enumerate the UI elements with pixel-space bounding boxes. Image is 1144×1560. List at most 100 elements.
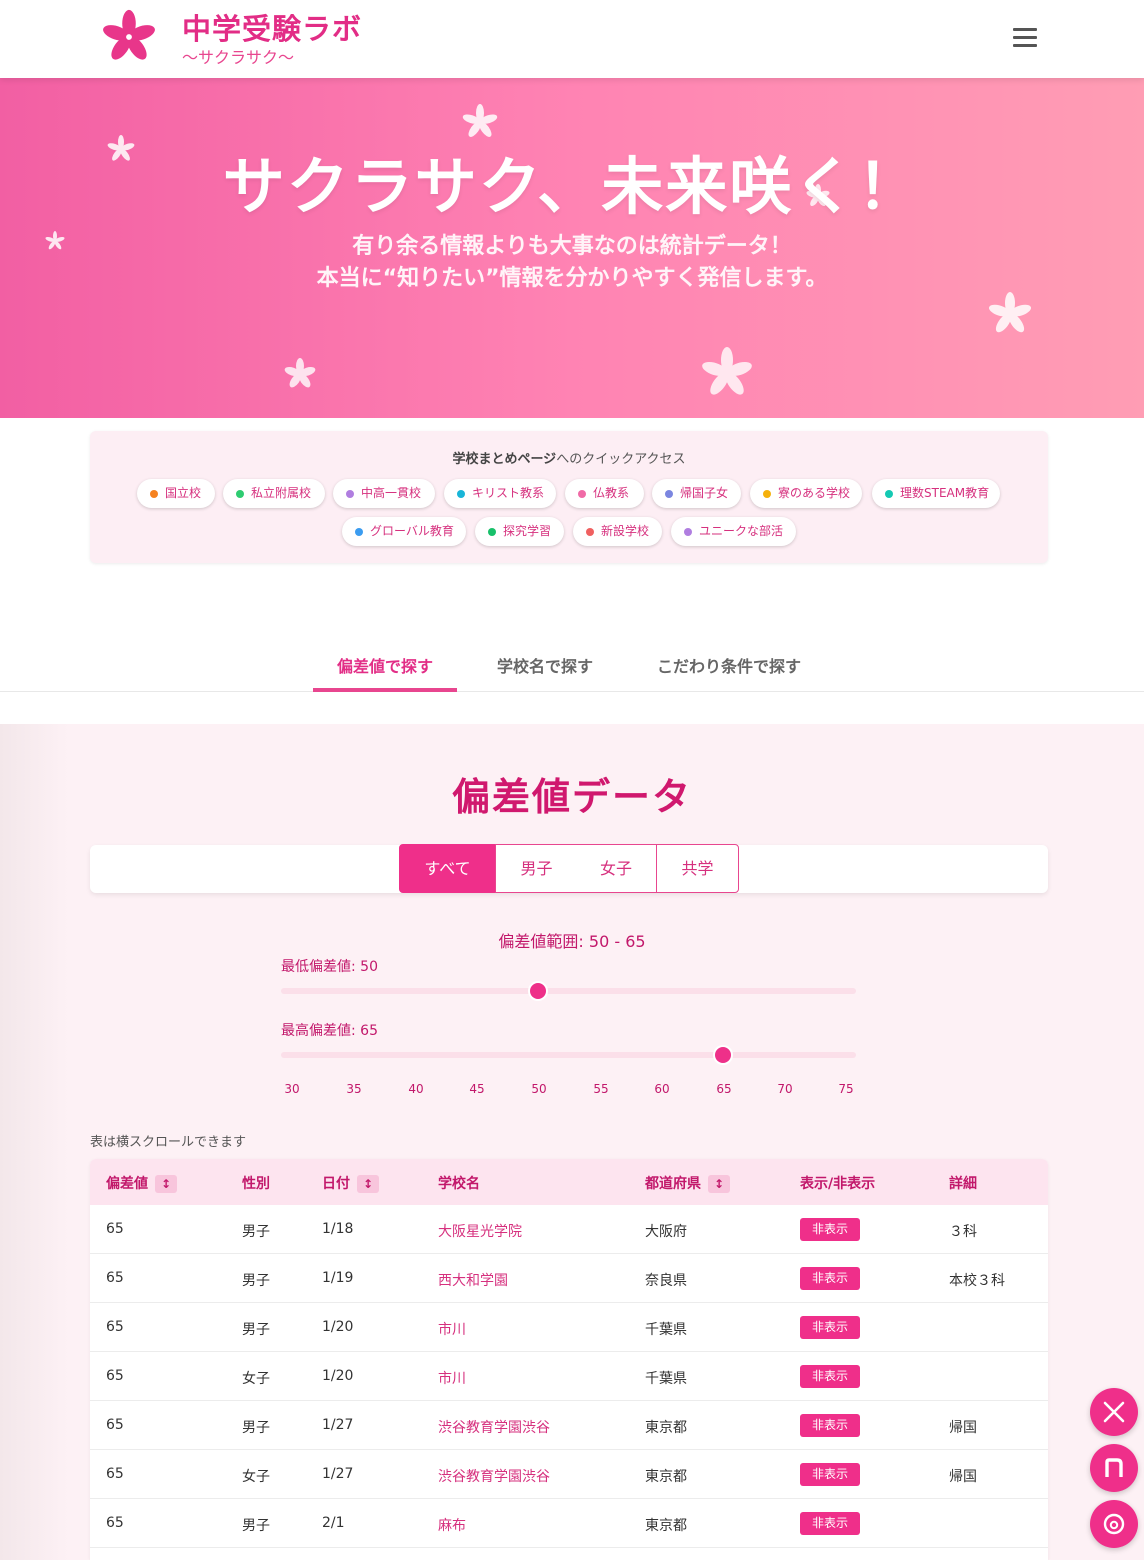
threads-icon xyxy=(1103,1513,1125,1535)
column-header-school: 学校名 xyxy=(438,1176,480,1192)
site-subtitle: 〜サクラサク〜 xyxy=(182,48,295,67)
cell-school-link[interactable]: 大阪星光学院 xyxy=(438,1221,522,1241)
hide-row-button[interactable]: 非表示 xyxy=(800,1267,860,1290)
table-row: 65 男子 2/1 麻布 東京都 非表示 xyxy=(90,1499,1048,1548)
tag-chuko-ikkan[interactable]: 中高一貫校 xyxy=(333,479,435,508)
cell-hensachi: 65 xyxy=(106,1270,124,1286)
min-hensachi-slider[interactable] xyxy=(281,988,856,994)
hide-row-button[interactable]: 非表示 xyxy=(800,1463,860,1486)
filter-all-button[interactable]: すべて xyxy=(399,844,496,893)
cell-prefecture: 千葉県 xyxy=(645,1371,687,1387)
tag-dot-icon xyxy=(488,528,496,536)
tag-dormitory[interactable]: 寮のある学校 xyxy=(750,479,862,508)
threads-share-button[interactable] xyxy=(1090,1500,1138,1548)
tag-dot-icon xyxy=(885,490,893,498)
range-summary: 偏差値範囲: 50 - 65 xyxy=(498,932,646,951)
cell-gender: 男子 xyxy=(242,1273,270,1289)
tag-dot-icon xyxy=(586,528,594,536)
scale-tick: 50 xyxy=(531,1082,547,1096)
filter-girls-button[interactable]: 女子 xyxy=(576,844,657,893)
cell-school-link[interactable]: 渋谷教育学園渋谷 xyxy=(438,1466,550,1486)
note-share-button[interactable] xyxy=(1090,1444,1138,1492)
sort-icon[interactable]: ↕ xyxy=(357,1175,379,1193)
cell-hensachi: 65 xyxy=(106,1221,124,1237)
sakura-decoration-icon xyxy=(988,292,1032,333)
cell-gender: 男子 xyxy=(242,1322,270,1338)
table-row: 65 男子 1/27 渋谷教育学園渋谷 東京都 非表示 帰国 xyxy=(90,1401,1048,1450)
cell-date: 2/1 xyxy=(322,1515,345,1531)
cell-detail: 帰国 xyxy=(949,1420,977,1436)
tag-steam[interactable]: 理数STEAM教育 xyxy=(872,479,1000,508)
x-icon xyxy=(1103,1401,1125,1423)
cell-date: 1/27 xyxy=(322,1466,354,1482)
filter-coed-button[interactable]: 共学 xyxy=(656,844,739,893)
hero-title: サクラサク、未来咲く！ xyxy=(222,150,922,223)
hide-row-button[interactable]: 非表示 xyxy=(800,1218,860,1241)
column-header-detail: 詳細 xyxy=(949,1176,977,1192)
hide-row-button[interactable]: 非表示 xyxy=(800,1414,860,1437)
hero-banner: サクラサク、未来咲く！ 有り余る情報よりも大事なのは統計データ！ 本当に“知りた… xyxy=(0,78,1144,418)
hensachi-table[interactable]: 偏差値 ↕ 性別 日付 ↕ 学校名 都道府県 ↕ 表示/非表示 詳細 65 男子 1/… xyxy=(90,1159,1048,1560)
table-header: 偏差値 ↕ 性別 日付 ↕ 学校名 都道府県 ↕ 表示/非表示 詳細 xyxy=(90,1159,1048,1205)
tag-kikoku[interactable]: 帰国子女 xyxy=(652,479,741,508)
cell-hensachi: 65 xyxy=(106,1466,124,1482)
filter-boys-button[interactable]: 男子 xyxy=(495,844,577,893)
scale-tick: 70 xyxy=(777,1082,793,1096)
cell-hensachi: 65 xyxy=(106,1368,124,1384)
table-row: 65 男子 1/20 市川 千葉県 非表示 xyxy=(90,1303,1048,1352)
tab-search-by-school-name[interactable]: 学校名で探す xyxy=(497,653,593,677)
max-slider-thumb[interactable] xyxy=(714,1047,731,1063)
tag-dot-icon xyxy=(346,490,354,498)
quick-access-title: 学校まとめページへのクイックアクセス xyxy=(452,452,686,467)
cell-hensachi: 65 xyxy=(106,1319,124,1335)
cell-prefecture: 奈良県 xyxy=(645,1273,687,1289)
tag-shiritsu-fuzoku[interactable]: 私立附属校 xyxy=(223,479,325,508)
cell-date: 1/27 xyxy=(322,1417,354,1433)
cell-detail: ３科 xyxy=(949,1224,977,1240)
min-slider-label: 最低偏差値: 50 xyxy=(281,959,378,975)
max-slider-label: 最高偏差値: 65 xyxy=(281,1023,378,1039)
tag-christian[interactable]: キリスト教系 xyxy=(444,479,556,508)
sakura-decoration-icon xyxy=(702,347,752,395)
note-icon xyxy=(1105,1458,1123,1477)
cell-school-link[interactable]: 渋谷教育学園渋谷 xyxy=(438,1417,550,1437)
tag-kokuritsu[interactable]: 国立校 xyxy=(137,479,215,508)
tag-buddhist[interactable]: 仏教系 xyxy=(565,479,644,508)
column-header-prefecture: 都道府県 ↕ xyxy=(645,1173,730,1193)
tag-tankyu[interactable]: 探究学習 xyxy=(475,517,564,546)
hamburger-menu-icon[interactable] xyxy=(1008,24,1042,52)
cell-school-link[interactable]: 市川 xyxy=(438,1368,466,1388)
tab-search-by-hensachi[interactable]: 偏差値で探す xyxy=(337,653,433,677)
cell-school-link[interactable]: 麻布 xyxy=(438,1515,466,1535)
scale-tick: 55 xyxy=(593,1082,609,1096)
column-header-gender: 性別 xyxy=(242,1176,270,1192)
table-row: 65 女子 1/27 渋谷教育学園渋谷 東京都 非表示 帰国 xyxy=(90,1450,1048,1499)
sort-icon[interactable]: ↕ xyxy=(708,1175,730,1193)
x-share-button[interactable] xyxy=(1090,1388,1138,1436)
sakura-logo-icon[interactable] xyxy=(100,8,158,66)
cell-prefecture: 大阪府 xyxy=(645,1224,687,1240)
active-tab-indicator xyxy=(313,688,457,692)
tag-global[interactable]: グローバル教育 xyxy=(342,517,466,546)
site-title[interactable]: 中学受験ラボ xyxy=(182,6,362,48)
hide-row-button[interactable]: 非表示 xyxy=(800,1365,860,1388)
cell-school-link[interactable]: 市川 xyxy=(438,1319,466,1339)
cell-school-link[interactable]: 西大和学園 xyxy=(438,1270,508,1290)
tag-dot-icon xyxy=(763,490,771,498)
hero-subtitle-line2: 本当に“知りたい”情報を分かりやすく発信します。 xyxy=(316,266,828,291)
hide-row-button[interactable]: 非表示 xyxy=(800,1316,860,1339)
min-slider-thumb[interactable] xyxy=(530,983,547,999)
hide-row-button[interactable]: 非表示 xyxy=(800,1512,860,1535)
sort-icon[interactable]: ↕ xyxy=(155,1175,177,1193)
scale-tick: 65 xyxy=(716,1082,732,1096)
tab-search-by-conditions[interactable]: こだわり条件で探す xyxy=(657,653,801,677)
scale-tick: 75 xyxy=(838,1082,854,1096)
tag-new-school[interactable]: 新設学校 xyxy=(573,517,662,546)
cell-hensachi: 65 xyxy=(106,1515,124,1531)
tag-dot-icon xyxy=(457,490,465,498)
tag-unique-club[interactable]: ユニークな部活 xyxy=(671,517,796,546)
quick-access-panel: 学校まとめページへのクイックアクセス 国立校 私立附属校 中高一貫校 キリスト教… xyxy=(90,431,1048,563)
scale-tick: 40 xyxy=(408,1082,424,1096)
max-hensachi-slider[interactable] xyxy=(281,1052,856,1058)
cell-prefecture: 千葉県 xyxy=(645,1322,687,1338)
